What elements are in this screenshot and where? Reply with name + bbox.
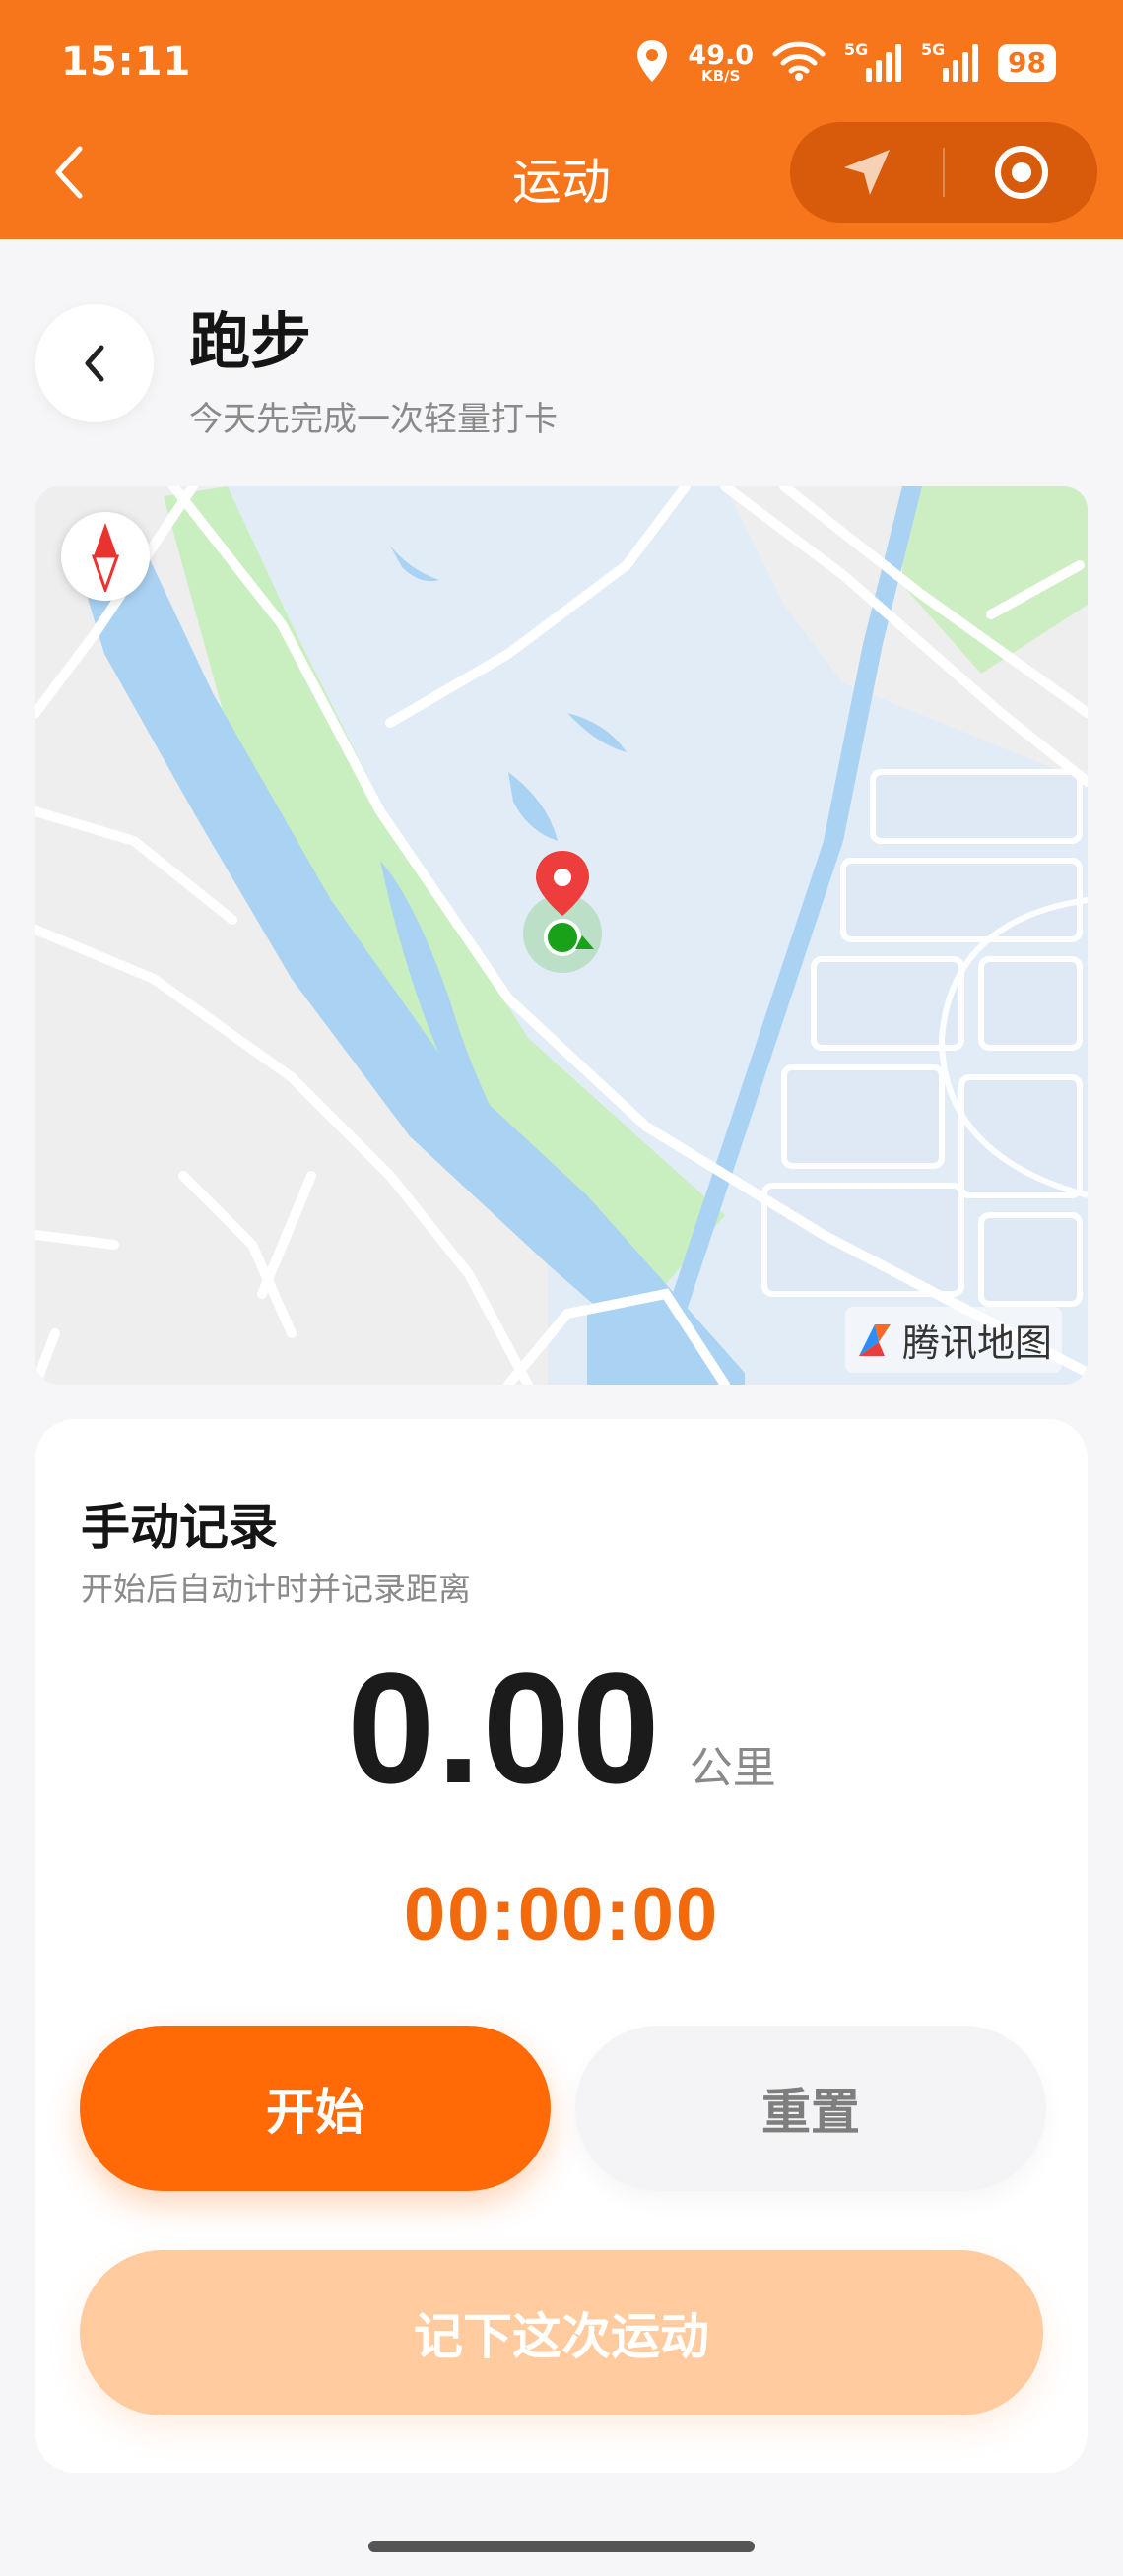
tencent-map-logo-icon [858, 1323, 891, 1356]
net-speed: 49.0 KB/S [688, 42, 754, 84]
net-speed-unit: KB/S [701, 67, 741, 85]
distance-value: 0.00 [347, 1640, 662, 1816]
home-indicator[interactable] [368, 2541, 755, 2552]
start-button[interactable]: 开始 [80, 2026, 551, 2191]
compass-button[interactable] [61, 512, 150, 601]
record-target-icon [994, 146, 1048, 199]
chevron-left-icon [85, 345, 104, 382]
location-icon [634, 38, 670, 88]
page-title: 跑步 [189, 305, 312, 377]
manual-record-card: 手动记录 开始后自动计时并记录距离 0.00 公里 00:00:00 开始 重置… [35, 1419, 1088, 2473]
save-workout-button[interactable]: 记下这次运动 [80, 2250, 1043, 2415]
miniapp-capsule [790, 122, 1097, 223]
distance-display: 0.00 公里 [35, 1638, 1088, 1819]
back-button[interactable] [35, 304, 154, 422]
navigation-arrow-icon [843, 150, 890, 195]
page-subtitle: 今天先完成一次轻量打卡 [189, 400, 558, 439]
map-canvas [35, 486, 1088, 1385]
map-provider-label: 腾讯地图 [901, 1321, 1052, 1365]
map-view[interactable]: 腾讯地图 [35, 486, 1088, 1385]
reset-button[interactable]: 重置 [575, 2026, 1046, 2191]
signal-icon: 5G [921, 40, 980, 84]
wifi-icon [771, 40, 826, 86]
navigation-button[interactable] [790, 122, 943, 223]
card-subtitle: 开始后自动计时并记录距离 [81, 1570, 471, 1608]
top-bar: 15:11 49.0 KB/S 5G 5G 98 运动 [0, 0, 1123, 239]
distance-unit: 公里 [689, 1743, 776, 1793]
net-speed-value: 49.0 [688, 40, 755, 71]
elapsed-timer: 00:00:00 [403, 1873, 720, 1957]
battery-icon: 98 [998, 44, 1056, 82]
map-provider-logo: 腾讯地图 [844, 1307, 1062, 1373]
status-icons: 49.0 KB/S 5G 5G 98 [634, 37, 1056, 89]
card-title: 手动记录 [81, 1499, 278, 1556]
compass-icon [91, 523, 120, 592]
signal-icon: 5G [844, 40, 903, 84]
status-time: 15:11 [61, 39, 192, 85]
record-target-button[interactable] [945, 122, 1097, 223]
